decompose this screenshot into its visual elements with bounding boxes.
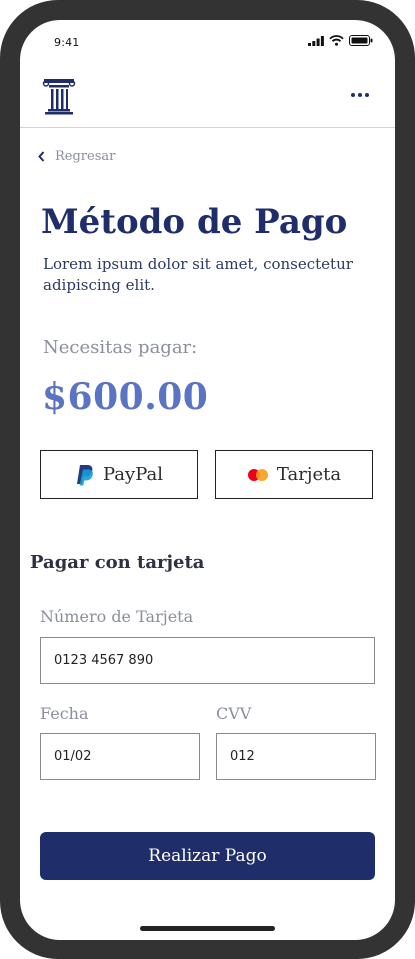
phone-screen: 9:41 Regresar Método de Pago Lorem ipsum…: [20, 20, 395, 940]
cvv-label: CVV: [216, 704, 252, 723]
back-label: Regresar: [55, 149, 116, 164]
battery-icon: [349, 35, 373, 46]
card-button[interactable]: Tarjeta: [215, 450, 373, 499]
menu-dot: [351, 93, 355, 97]
amount-value: $600.00: [42, 376, 209, 418]
more-dots-icon[interactable]: [351, 93, 373, 99]
card-label: Tarjeta: [276, 464, 342, 485]
back-button[interactable]: Regresar: [38, 149, 115, 164]
paypal-button[interactable]: PayPal: [40, 450, 198, 499]
status-time: 9:41: [54, 36, 80, 49]
card-section-title: Pagar con tarjeta: [30, 552, 205, 573]
wifi-icon: [329, 35, 344, 46]
page-subtitle: Lorem ipsum dolor sit amet, consectetur …: [43, 255, 353, 294]
submit-payment-button[interactable]: Realizar Pago: [40, 832, 375, 880]
card-number-label: Número de Tarjeta: [40, 607, 194, 626]
chevron-left-icon: [38, 151, 45, 162]
menu-dot: [365, 93, 369, 97]
paypal-icon: [77, 464, 93, 485]
paypal-label: PayPal: [103, 464, 163, 485]
status-icons: [308, 35, 373, 46]
signal-icon: [308, 35, 324, 46]
menu-dot: [358, 93, 362, 97]
home-indicator: [140, 926, 275, 931]
page-title: Método de Pago: [41, 202, 348, 242]
card-number-input[interactable]: 0123 4567 890: [40, 637, 375, 684]
phone-frame: 9:41 Regresar Método de Pago Lorem ipsum…: [0, 0, 415, 959]
date-input[interactable]: 01/02: [40, 733, 200, 780]
amount-label: Necesitas pagar:: [43, 337, 198, 358]
mastercard-icon: [247, 468, 268, 481]
top-bar: [20, 75, 395, 128]
column-logo-icon[interactable]: [42, 77, 76, 115]
date-label: Fecha: [40, 704, 89, 723]
cvv-input[interactable]: 012: [216, 733, 376, 780]
